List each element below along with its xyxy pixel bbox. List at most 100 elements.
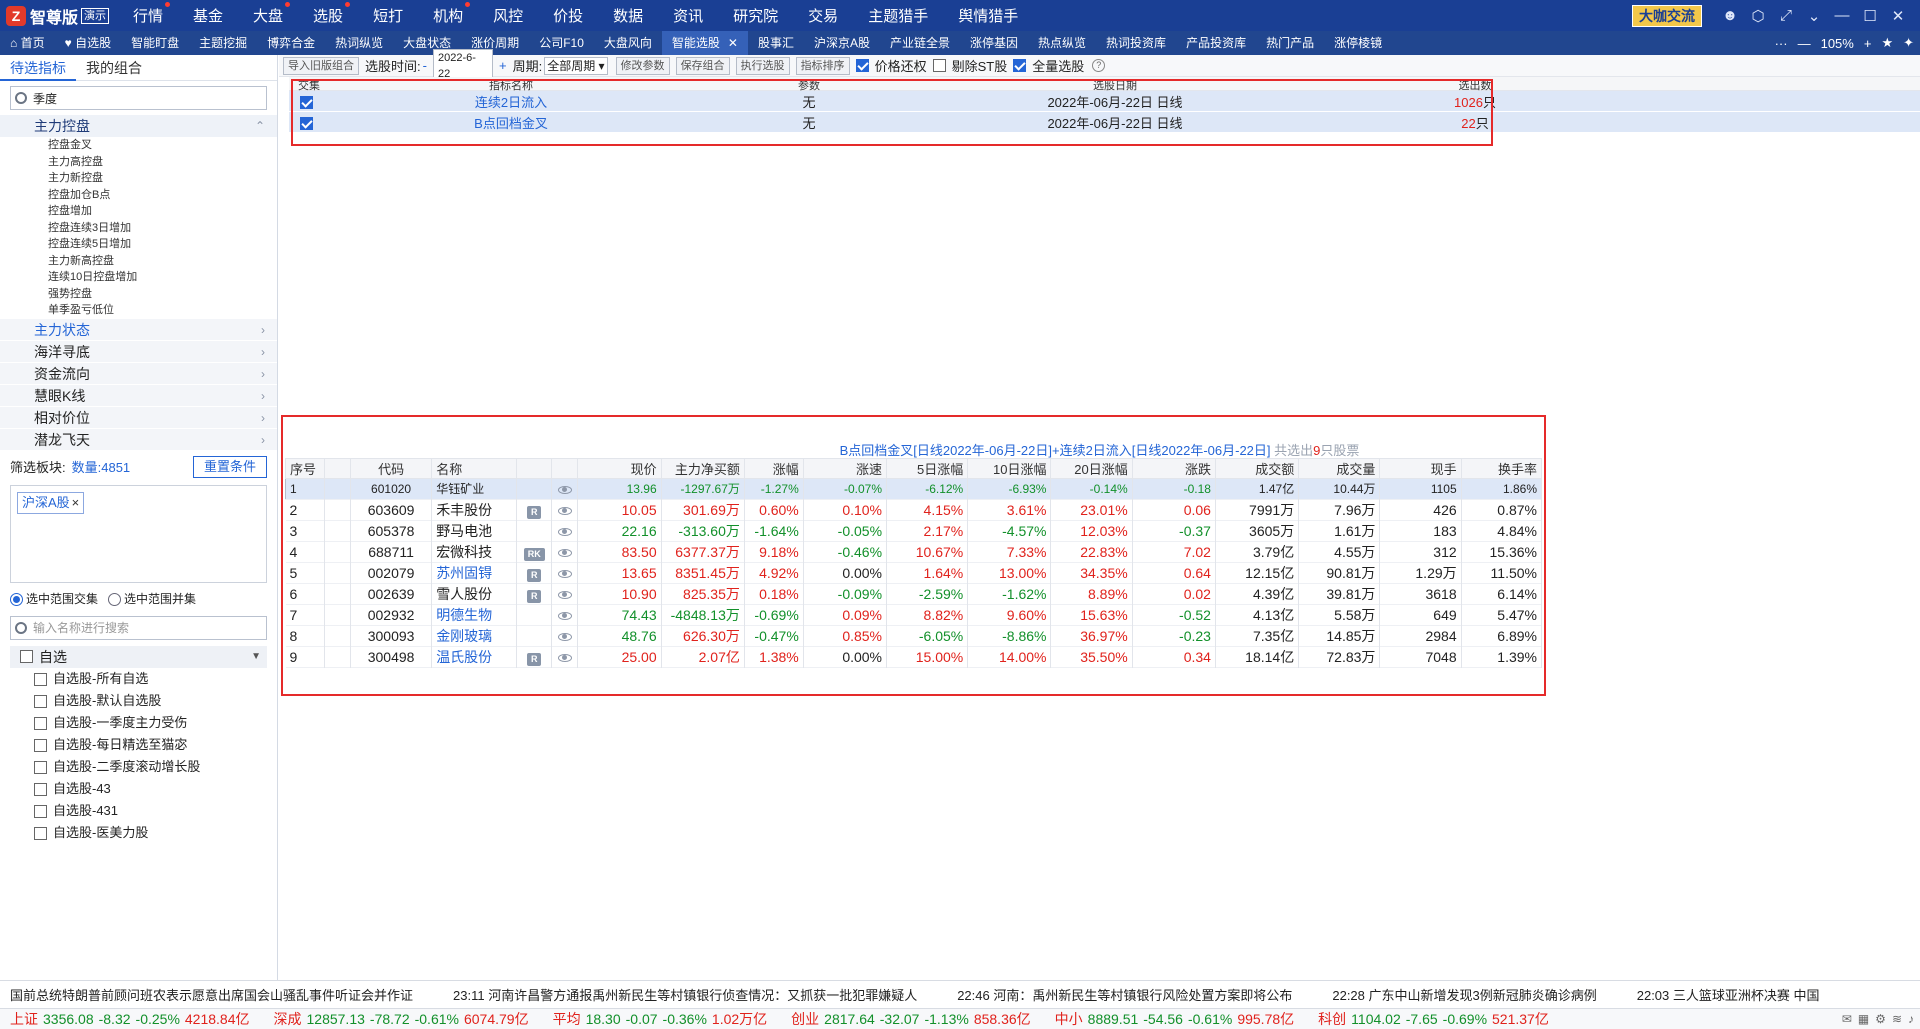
- stock-name[interactable]: 华钰矿业: [431, 478, 518, 500]
- nav-item-13[interactable]: 舆情猎手: [943, 5, 1033, 26]
- dropdown-icon[interactable]: ⌄: [1800, 7, 1828, 25]
- news-item[interactable]: 国前总统特朗普前顾问班农表示愿意出席国会山骚乱事件听证会并作证: [10, 985, 413, 1004]
- result-col-header[interactable]: 序号: [285, 458, 325, 479]
- stock-name[interactable]: 金刚玻璃: [431, 625, 518, 647]
- indicator-leaf[interactable]: 控盘加仓B点: [0, 187, 277, 204]
- stock-name[interactable]: 禾丰股份: [431, 499, 518, 521]
- pin-icon[interactable]: ✦: [1903, 35, 1914, 51]
- close-tab-icon[interactable]: ✕: [728, 36, 738, 50]
- table-row[interactable]: 9 300498 温氏股份 R 25.00 2.07亿 1.38% 0.00% 15.00% 14…: [285, 646, 1543, 668]
- page-tab-14[interactable]: 涨停基因: [960, 31, 1028, 55]
- nav-item-4[interactable]: 短打: [358, 5, 418, 26]
- index-item[interactable]: 上证 3356.08 -8.32 -0.25% 4218.84亿: [10, 1009, 250, 1029]
- star-icon[interactable]: ★: [1881, 35, 1893, 51]
- chart-icon[interactable]: ≋: [1892, 1012, 1902, 1026]
- eye-icon[interactable]: [557, 654, 572, 663]
- table-row[interactable]: 4 688711 宏微科技 RK 83.50 6377.37万 9.18% -0.46% 10.…: [285, 541, 1543, 563]
- watchlist-item[interactable]: 自选股-431: [0, 800, 277, 822]
- index-item[interactable]: 科创 1104.02 -7.65 -0.69% 521.37亿: [1318, 1009, 1549, 1029]
- daka-exchange-button[interactable]: 大咖交流: [1632, 4, 1702, 27]
- stock-name[interactable]: 明德生物: [431, 604, 518, 626]
- eye-icon[interactable]: [557, 507, 572, 516]
- page-tab-1[interactable]: ♥ 自选股: [55, 31, 121, 55]
- bell-icon[interactable]: ♪: [1908, 1012, 1914, 1026]
- table-icon[interactable]: ▦: [1858, 1012, 1869, 1026]
- indicator-leaf[interactable]: 控盘增加: [0, 203, 277, 220]
- page-tab-0[interactable]: ⌂ 首页: [0, 31, 55, 55]
- date-increase-button[interactable]: +: [499, 58, 507, 73]
- stock-name[interactable]: 苏州固锝: [431, 562, 518, 584]
- result-col-header[interactable]: 代码: [349, 458, 433, 479]
- indicator-category-3[interactable]: 慧眼K线 ›: [0, 384, 277, 407]
- user-icon[interactable]: ☻: [1716, 7, 1744, 24]
- page-tab-15[interactable]: 热点纵览: [1028, 31, 1096, 55]
- page-tab-8[interactable]: 公司F10: [529, 31, 594, 55]
- table-row[interactable]: 3 605378 野马电池 22.16 -313.60万 -1.64% -0.05% 2.17…: [285, 520, 1543, 542]
- result-col-header[interactable]: 现价: [577, 458, 662, 479]
- indicator-row[interactable]: 连续2日流入 无 2022年-06月-22日 日线 1026只: [289, 91, 1920, 111]
- eye-icon[interactable]: [557, 570, 572, 579]
- news-item[interactable]: 22:03 三人篮球亚洲杯决赛 中国: [1637, 985, 1820, 1004]
- eye-icon[interactable]: [557, 528, 572, 537]
- news-item[interactable]: 23:11 河南许昌警方通报禹州新民生等村镇银行侦查情况：又抓获一批犯罪嫌疑人: [453, 985, 917, 1004]
- minimize-icon[interactable]: —: [1828, 7, 1856, 24]
- nav-item-9[interactable]: 资讯: [658, 5, 718, 26]
- stock-name[interactable]: 温氏股份: [431, 646, 518, 668]
- result-col-header[interactable]: 20日涨幅: [1050, 458, 1133, 479]
- exclude-st-checkbox[interactable]: 剔除ST股: [932, 56, 1007, 75]
- nav-item-8[interactable]: 数据: [598, 5, 658, 26]
- shrink-icon[interactable]: ⤢: [1772, 7, 1800, 24]
- news-item[interactable]: 22:46 河南：禹州新民生等村镇银行风险处置方案即将公布: [957, 985, 1292, 1004]
- page-tab-11[interactable]: 股事汇: [748, 31, 804, 55]
- reset-conditions-button[interactable]: 重置条件: [192, 455, 267, 478]
- result-col-header[interactable]: 成交额: [1214, 458, 1300, 479]
- result-col-header[interactable]: 涨幅: [743, 458, 804, 479]
- indicator-leaf[interactable]: 主力新控盘: [0, 170, 277, 187]
- table-row[interactable]: 2 603609 禾丰股份 R 10.05 301.69万 0.60% 0.10% 4.15% 3…: [285, 499, 1543, 521]
- result-col-header[interactable]: 5日涨幅: [886, 458, 969, 479]
- remove-tag-icon[interactable]: ×: [72, 495, 80, 510]
- run-selection-button[interactable]: 执行选股: [735, 56, 790, 75]
- checkbox[interactable]: [34, 738, 47, 752]
- app-logo[interactable]: Z 智尊版 演示: [0, 4, 118, 28]
- result-col-header[interactable]: 10日涨幅: [967, 458, 1052, 479]
- page-tab-13[interactable]: 产业链全景: [880, 31, 960, 55]
- page-tab-9[interactable]: 大盘风向: [594, 31, 662, 55]
- index-item[interactable]: 创业 2817.64 -32.07 -1.13% 858.36亿: [791, 1009, 1031, 1029]
- modify-params-button[interactable]: 修改参数: [615, 56, 670, 75]
- indicator-search-input[interactable]: 季度: [10, 86, 267, 110]
- checkbox[interactable]: [34, 716, 47, 730]
- page-tab-4[interactable]: 博弈合金: [257, 31, 325, 55]
- checkbox[interactable]: [34, 804, 47, 818]
- indicator-category-0[interactable]: 主力状态 ›: [0, 318, 277, 341]
- settings-icon[interactable]: ⬡: [1744, 7, 1772, 25]
- checkbox[interactable]: [34, 782, 47, 796]
- plate-tag[interactable]: 沪深A股 ×: [17, 491, 85, 514]
- result-col-header[interactable]: 名称: [431, 458, 518, 479]
- result-col-header[interactable]: [323, 458, 351, 479]
- stock-name[interactable]: 宏微科技: [431, 541, 518, 563]
- date-decrease-button[interactable]: -: [423, 58, 427, 73]
- checkbox[interactable]: [34, 672, 47, 686]
- indicator-leaf[interactable]: 控盘连续5日增加: [0, 236, 277, 253]
- nav-item-5[interactable]: 机构: [418, 2, 478, 26]
- indicator-leaf[interactable]: 强势控盘: [0, 286, 277, 303]
- watchlist-item[interactable]: 自选股-所有自选: [0, 668, 277, 690]
- nav-item-0[interactable]: 行情: [118, 2, 178, 26]
- eye-icon[interactable]: [557, 591, 572, 600]
- tree-group-main-control[interactable]: 主力控盘 ⌃: [0, 115, 277, 137]
- nav-item-12[interactable]: 主题猎手: [853, 5, 943, 26]
- indicator-leaf[interactable]: 控盘连续3日增加: [0, 220, 277, 237]
- result-col-header[interactable]: 现手: [1379, 458, 1462, 479]
- index-item[interactable]: 深成 12857.13 -78.72 -0.61% 6074.79亿: [274, 1009, 529, 1029]
- table-row[interactable]: 1 601020 华钰矿业 13.96 -1297.67万 -1.27% -0.07% -6.…: [285, 478, 1543, 500]
- result-col-header[interactable]: 主力净买额: [660, 458, 745, 479]
- result-col-header[interactable]: 涨速: [802, 458, 888, 479]
- radio-intersect[interactable]: 选中范围交集: [10, 590, 98, 607]
- checkbox[interactable]: [34, 826, 47, 840]
- checkbox[interactable]: [34, 760, 47, 774]
- nav-item-11[interactable]: 交易: [793, 5, 853, 26]
- maximize-icon[interactable]: ☐: [1856, 7, 1884, 25]
- nav-item-10[interactable]: 研究院: [718, 5, 793, 26]
- radio-union[interactable]: 选中范围并集: [108, 590, 196, 607]
